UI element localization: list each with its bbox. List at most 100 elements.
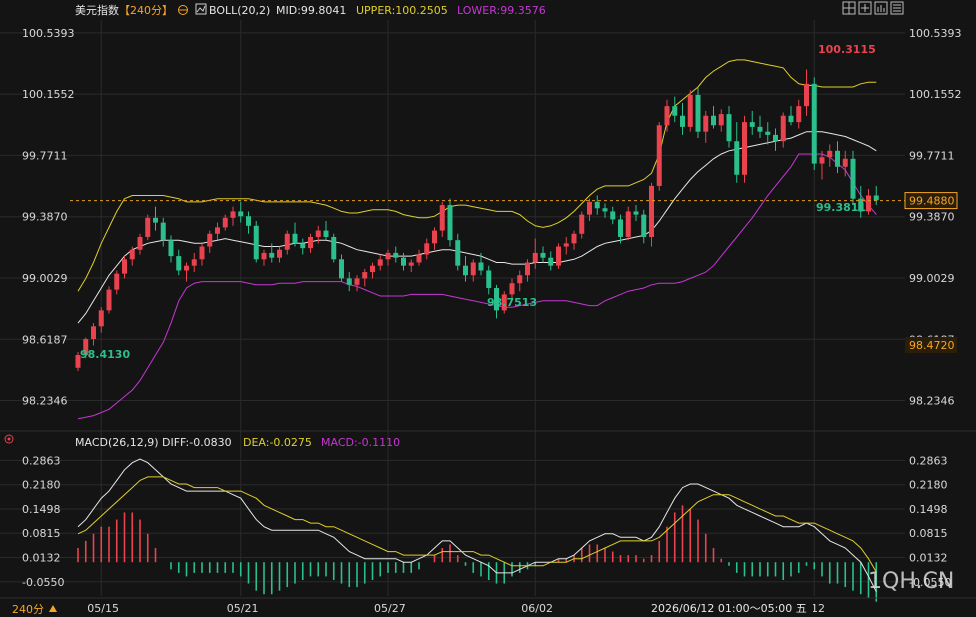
candle-body: [556, 246, 561, 266]
macd-tick-label-right: 0.0815: [909, 527, 948, 540]
candle-body: [447, 205, 453, 241]
candle-body: [571, 233, 577, 244]
candle-body: [563, 243, 569, 247]
candle-body: [641, 214, 647, 237]
chart-icon[interactable]: [874, 1, 888, 15]
candle-body: [401, 257, 406, 266]
instrument-name: 美元指数: [75, 3, 119, 17]
candle-body: [145, 217, 151, 237]
macd-tick-label-left: 0.0815: [22, 527, 61, 540]
candle-body: [284, 233, 290, 250]
candle-body: [749, 122, 755, 127]
candle-body: [424, 243, 430, 255]
reference-price-value: 98.4720: [909, 339, 955, 352]
price-tick-label-left: 100.1552: [22, 88, 75, 101]
candle-body: [432, 230, 437, 244]
candle-body: [315, 230, 321, 237]
time-tick-label: 05/21: [227, 602, 259, 615]
indicator-switch-icon[interactable]: [195, 3, 207, 15]
candle-body: [408, 262, 414, 266]
period-up-arrow-icon[interactable]: [49, 605, 57, 612]
time-tick-label: 05/27: [374, 602, 406, 615]
candlesticks: [75, 69, 879, 371]
add-icon[interactable]: [858, 1, 872, 15]
candle-body: [292, 233, 298, 244]
price-header: 美元指数 【240分】 BOLL(20,2) MID:99.8041 UPPER…: [75, 3, 546, 17]
time-tick-label: 05/15: [87, 602, 119, 615]
candle-body: [757, 126, 763, 132]
candle-body: [199, 246, 205, 260]
pane-toggle-icon[interactable]: [4, 434, 14, 444]
candle-body: [439, 205, 445, 231]
candle-body: [455, 240, 461, 266]
candle-body: [486, 270, 492, 289]
price-tick-label-left: 100.5393: [22, 27, 75, 40]
macd-lines: [77, 458, 877, 592]
candle-body: [687, 94, 693, 127]
low-annotation-end: 99.3811: [816, 201, 866, 214]
boll-lower-value: LOWER:99.3576: [457, 4, 546, 17]
candle-body: [346, 278, 352, 285]
candle-body: [168, 240, 174, 257]
candle-body: [656, 125, 662, 186]
high-annotation: 100.3115: [818, 43, 876, 56]
boll-mid-line: [77, 131, 877, 324]
macd-dea-value: DEA:-0.0275: [243, 436, 312, 449]
candle-body: [137, 236, 143, 250]
candle-body: [416, 254, 422, 263]
candle-body: [804, 83, 809, 107]
macd-tick-label-right: 0.2863: [909, 454, 948, 467]
candle-body: [370, 265, 375, 273]
settings-icon[interactable]: [890, 1, 904, 15]
candle-body: [191, 259, 197, 266]
candle-body: [540, 252, 546, 258]
macd-indicator: MACD(26,12,9): [75, 436, 159, 449]
candle-body: [129, 249, 135, 260]
boll-mid-value: MID:99.8041: [276, 4, 346, 17]
candle-body: [176, 256, 182, 271]
crosshair-timestamp: 2026/06/12 01:00～05:00 五: [651, 602, 807, 615]
candle-body: [517, 275, 523, 284]
grid-lines: [0, 20, 905, 596]
period-selector[interactable]: 240分: [12, 603, 44, 616]
chart-canvas: 美元指数 【240分】 BOLL(20,2) MID:99.8041 UPPER…: [0, 1, 976, 616]
price-tick-label-right: 100.5393: [909, 27, 962, 40]
boll-lines: [77, 59, 877, 420]
footer: 240分 2026/06/12 01:00～05:00 五 1QH.CN: [12, 569, 954, 616]
candle-body: [122, 259, 127, 274]
macd-diff-value: DIFF:-0.0830: [162, 436, 232, 449]
candle-body: [114, 273, 120, 290]
candle-body: [385, 252, 391, 260]
candle-body: [207, 233, 213, 247]
price-tick-label-left: 99.3870: [22, 211, 68, 224]
candle-body: [842, 158, 848, 167]
candle-body: [618, 219, 623, 237]
candle-body: [470, 262, 476, 276]
macd-header: MACD(26,12,9) DIFF:-0.0830 DEA:-0.0275 M…: [75, 436, 400, 449]
candle-body: [463, 265, 468, 276]
candle-body: [788, 115, 794, 123]
candle-body: [819, 157, 825, 164]
price-tick-label-left: 98.2346: [22, 395, 68, 408]
time-tick-label: 06/02: [521, 602, 553, 615]
candle-body: [393, 252, 399, 258]
period-tag[interactable]: 【240分】: [119, 4, 173, 17]
settings-circle-icon[interactable]: [178, 5, 188, 15]
macd-tick-label-left: -0.0550: [22, 576, 64, 589]
candle-body: [261, 252, 267, 260]
candle-body: [726, 114, 732, 142]
candle-body: [711, 115, 716, 126]
candle-body: [354, 278, 360, 285]
grid-icon[interactable]: [842, 1, 856, 15]
candle-body: [277, 249, 282, 258]
candle-body: [773, 134, 778, 142]
candle-body: [238, 211, 244, 217]
price-tick-label-right: 100.1552: [909, 88, 962, 101]
candle-body: [796, 106, 802, 123]
current-price-marker: 99.4880: [904, 192, 958, 210]
candle-body: [98, 310, 104, 327]
candle-body: [478, 262, 484, 271]
toolbar: [842, 1, 904, 15]
candle-body: [548, 257, 554, 266]
candle-body: [811, 83, 817, 164]
